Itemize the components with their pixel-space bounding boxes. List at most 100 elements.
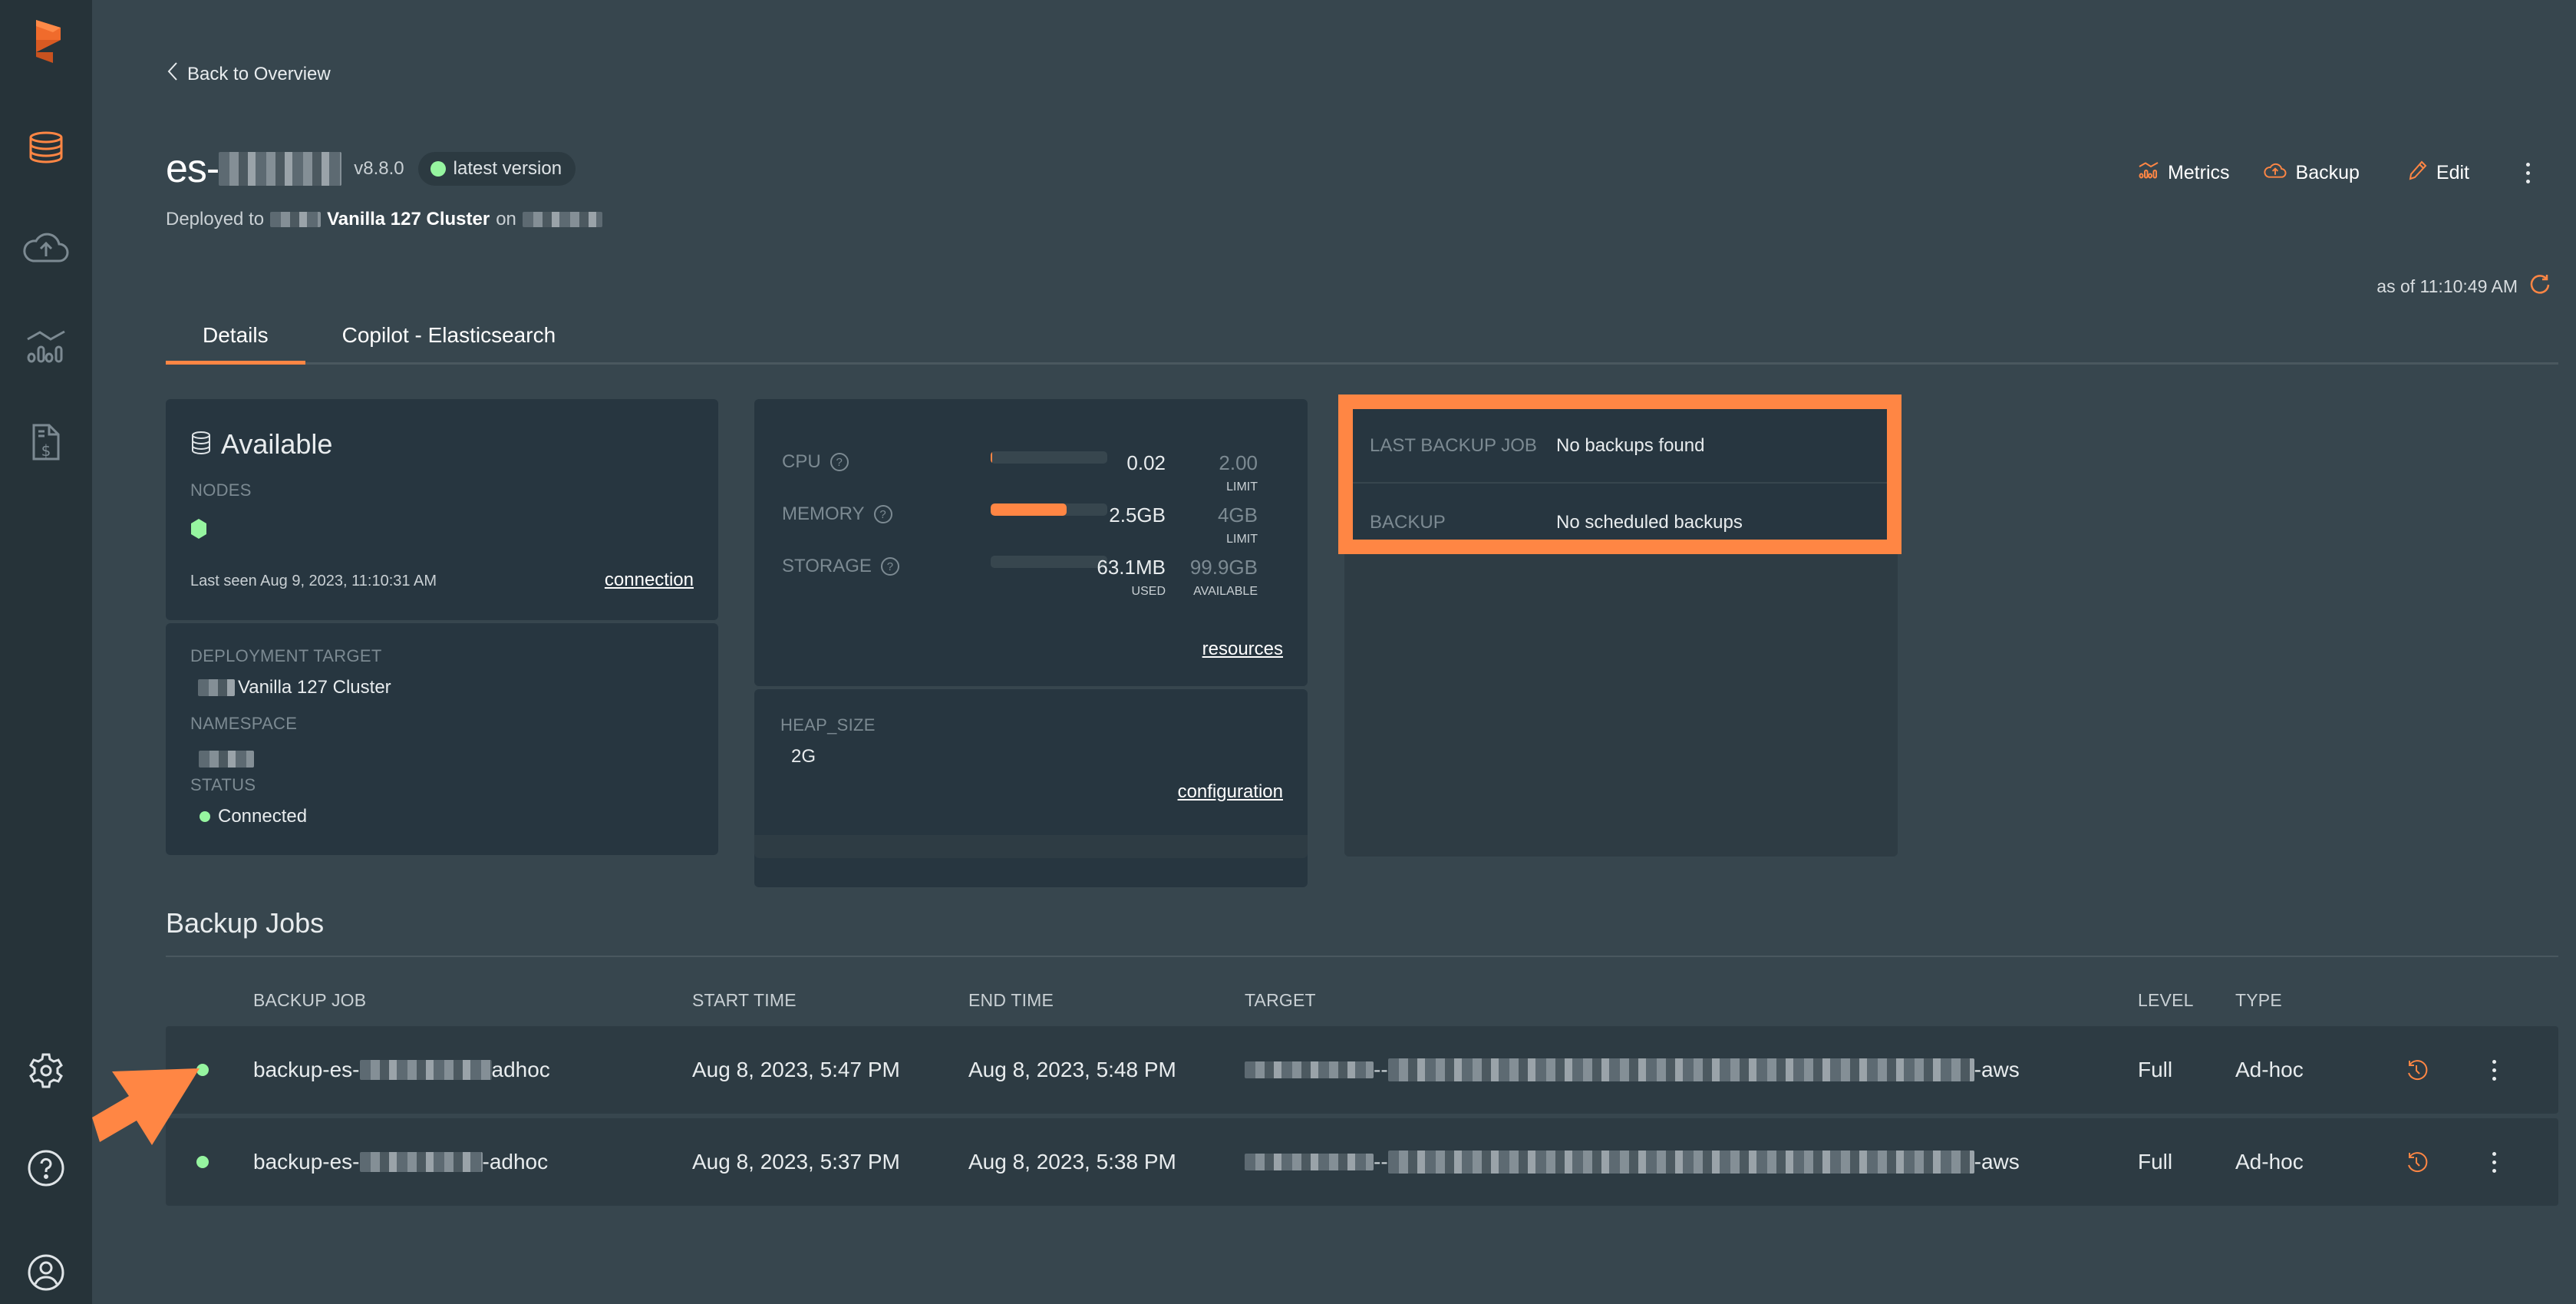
edit-label: Edit: [2436, 162, 2469, 183]
backup-job-name[interactable]: backup-es- -adhoc: [253, 1118, 548, 1206]
memory-limit-label: LIMIT: [1226, 533, 1258, 546]
backup-job-name[interactable]: backup-es- adhoc: [253, 1026, 550, 1114]
cpu-bar-fill: [991, 451, 992, 464]
deployed-prefix: Deployed to: [166, 209, 265, 229]
resources-card: CPU? 0.02 2.00 LIMIT MEMORY? 2.5GB 4GB L…: [754, 399, 1308, 686]
latest-version-badge: latest version: [417, 152, 576, 186]
heap-size-value: 2G: [791, 746, 816, 767]
success-status-icon: [196, 1156, 209, 1168]
status-text: Available: [221, 428, 333, 460]
resources-link[interactable]: resources: [1202, 639, 1283, 660]
column-header-level[interactable]: LEVEL: [2138, 990, 2194, 1011]
target: -- -aws: [1245, 1118, 2020, 1206]
refresh-icon[interactable]: [2530, 273, 2550, 299]
column-header-type[interactable]: TYPE: [2235, 990, 2282, 1011]
storage-available: 99.9GB: [1189, 556, 1258, 579]
start-time: Aug 8, 2023, 5:47 PM: [692, 1058, 900, 1081]
deployment-target-value: Vanilla 127 Cluster: [198, 677, 391, 698]
row-actions-button[interactable]: [2485, 1055, 2504, 1085]
memory-row: MEMORY? 2.5GB 4GB LIMIT: [782, 503, 1281, 550]
memory-limit: 4GB: [1217, 503, 1258, 527]
connection-status-text: Connected: [218, 806, 308, 827]
last-backup-job-label: LAST BACKUP JOB: [1370, 434, 1537, 456]
help-icon[interactable]: ?: [830, 453, 849, 471]
version-label: v8.8.0: [354, 158, 404, 179]
section-divider: [166, 956, 2558, 957]
database-icon: [28, 131, 64, 163]
availability-status: Available: [190, 428, 332, 461]
last-updated: as of 11:10:49 AM: [2376, 273, 2550, 299]
last-backup-job-value: No backups found: [1556, 434, 1705, 456]
back-label: Back to Overview: [187, 63, 331, 84]
redacted-cluster-prefix: [270, 212, 322, 227]
storage-used-label: USED: [1131, 585, 1166, 598]
restore-icon[interactable]: [2405, 1026, 2428, 1114]
column-header-backup-job[interactable]: BACKUP JOB: [253, 990, 366, 1011]
edit-button[interactable]: Edit: [2409, 160, 2469, 186]
back-to-overview-link[interactable]: Back to Overview: [167, 61, 331, 87]
sidebar-item-databases[interactable]: [0, 123, 92, 172]
redacted-namespace: [522, 212, 602, 227]
memory-bar-fill: [991, 503, 1067, 516]
target: -- -aws: [1245, 1026, 2020, 1114]
redacted-prefix: [198, 679, 235, 696]
cpu-bar: [991, 451, 1107, 464]
tab-copilot-elasticsearch[interactable]: Copilot - Elasticsearch: [305, 319, 593, 365]
memory-value: 2.5GB: [1109, 503, 1166, 527]
restore-icon[interactable]: [2405, 1118, 2428, 1206]
nodes-label: NODES: [190, 480, 252, 500]
deployment-target-label: DEPLOYMENT TARGET: [190, 646, 382, 665]
table-row[interactable]: backup-es- -adhoc Aug 8, 2023, 5:37 PM A…: [166, 1118, 2558, 1206]
sidebar-item-settings[interactable]: [0, 1048, 92, 1094]
redacted-target-prefix: [1245, 1154, 1374, 1170]
table-row[interactable]: backup-es- adhoc Aug 8, 2023, 5:47 PM Au…: [166, 1026, 2558, 1114]
cpu-value: 0.02: [1126, 451, 1166, 474]
redacted-target-name: [1387, 1150, 1974, 1174]
namespace-label: NAMESPACE: [190, 714, 298, 733]
last-seen: Last seen Aug 9, 2023, 11:10:31 AM: [190, 573, 437, 589]
portworx-logo-icon[interactable]: [0, 11, 92, 72]
connection-status: Connected: [200, 806, 307, 827]
column-header-start-time[interactable]: START TIME: [692, 990, 797, 1011]
node-hexagon-icon[interactable]: [190, 518, 207, 543]
status-card: Available NODES Last seen Aug 9, 2023, 1…: [166, 399, 718, 620]
sidebar-item-billing[interactable]: $: [0, 418, 92, 467]
help-icon[interactable]: ?: [880, 557, 899, 576]
badge-label: latest version: [453, 158, 562, 179]
more-actions-button[interactable]: [2518, 158, 2538, 188]
cpu-label: CPU?: [782, 451, 849, 473]
start-time: Aug 8, 2023, 5:37 PM: [692, 1150, 900, 1174]
chart-icon: [2139, 162, 2159, 184]
storage-value: 63.1MB: [1097, 556, 1166, 579]
column-header-end-time[interactable]: END TIME: [968, 990, 1054, 1011]
sidebar-item-profile[interactable]: [0, 1250, 92, 1296]
cloud-upload-icon: [2263, 161, 2287, 185]
sidebar-item-backups[interactable]: [0, 223, 92, 272]
sidebar-item-help[interactable]: [0, 1145, 92, 1191]
row-actions-button[interactable]: [2485, 1147, 2504, 1177]
sidebar: $: [0, 0, 92, 1304]
end-time: Aug 8, 2023, 5:48 PM: [968, 1058, 1176, 1081]
column-header-target[interactable]: TARGET: [1245, 990, 1316, 1011]
memory-label: MEMORY?: [782, 503, 892, 525]
database-name: es-: [166, 147, 219, 191]
tab-details[interactable]: Details: [166, 319, 305, 365]
configuration-link[interactable]: configuration: [1178, 781, 1283, 803]
end-time: Aug 8, 2023, 5:38 PM: [968, 1150, 1176, 1174]
connection-link[interactable]: connection: [605, 569, 694, 591]
redacted-job-id: [359, 1152, 483, 1172]
metrics-button[interactable]: Metrics: [2139, 162, 2230, 184]
help-icon[interactable]: ?: [873, 505, 892, 523]
card-footer: [754, 835, 1308, 858]
connected-dot-icon: [200, 811, 210, 822]
pencil-icon: [2409, 160, 2427, 186]
chevron-left-icon: [167, 61, 178, 87]
level: Full: [2138, 1150, 2173, 1174]
cpu-limit: 2.00: [1219, 451, 1258, 474]
backup-schedule-label: BACKUP: [1370, 511, 1446, 533]
user-icon: [27, 1253, 65, 1292]
storage-row: STORAGE? 63.1MB 99.9GB USED AVAILABLE: [782, 556, 1281, 602]
backup-button[interactable]: Backup: [2263, 161, 2360, 185]
sidebar-item-metrics[interactable]: [0, 322, 92, 371]
annotation-arrow-icon: [92, 1058, 207, 1154]
